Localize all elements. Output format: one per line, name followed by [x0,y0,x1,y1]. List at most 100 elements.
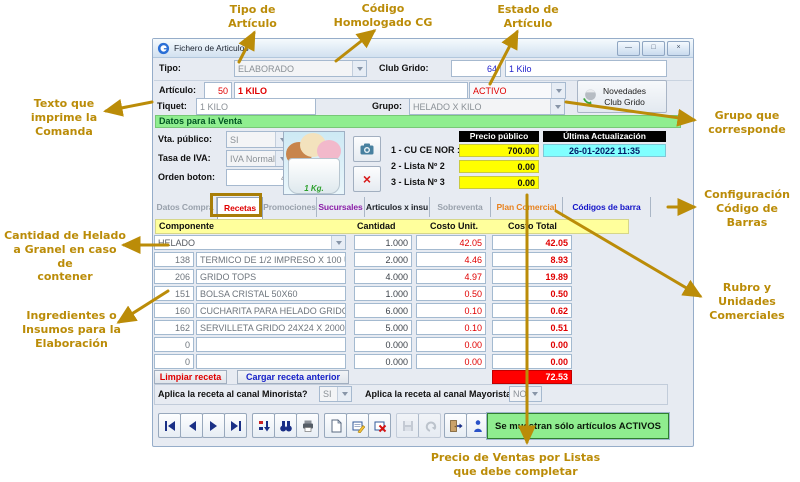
tab-codigos-de-barra[interactable]: Códigos de barra [563,197,651,217]
component-name-cell[interactable]: CUCHARITA PARA HELADO GRIDO [196,303,346,318]
chevron-down-icon [352,61,366,76]
printer-icon [301,419,315,433]
component-name-cell[interactable]: TERMICO DE 1/2 IMPRESO X 100 UNID. [196,252,346,267]
chevron-down-icon [331,236,345,249]
club-grido-code-field[interactable]: 64 [451,60,501,77]
search-button[interactable] [274,413,297,438]
total-cost-cell: 0.00 [492,337,572,352]
mayorista-select[interactable]: NO [509,386,542,402]
orden-boton-field[interactable]: 4 [226,169,290,186]
first-record-button[interactable] [158,413,181,438]
next-record-button[interactable] [202,413,225,438]
price-row-2-value[interactable]: 0.00 [459,160,539,173]
minorista-select[interactable]: SI [319,386,352,402]
qty-cell[interactable]: 2.000 [354,252,412,267]
cargar-receta-anterior-button[interactable]: Cargar receta anterior [237,370,349,384]
sort-button[interactable] [252,413,275,438]
last-record-button[interactable] [224,413,247,438]
tab-articulos-x-insu[interactable]: Articulos x insu [365,197,430,217]
chevron-down-icon [551,83,565,98]
delete-image-button[interactable]: × [353,166,381,192]
price-row-1-value[interactable]: 700.00 [459,144,539,157]
capture-image-button[interactable] [353,136,381,162]
grupo-select[interactable]: HELADO X KILO [409,98,565,115]
code-cell[interactable]: 206 [154,269,194,284]
qty-cell[interactable]: 4.000 [354,269,412,284]
code-cell[interactable]: 162 [154,320,194,335]
minorista-value: SI [323,389,332,399]
component-name-cell[interactable]: BOLSA CRISTAL 50X60 [196,286,346,301]
component-name-cell[interactable]: SERVILLETA GRIDO 24X24 X 2000 UNID [196,320,346,335]
undo-button[interactable] [418,413,441,438]
user-button[interactable] [466,413,489,438]
club-grido-name-field[interactable]: 1 Kilo [505,60,667,77]
edit-record-button[interactable] [346,413,369,438]
unit-cost-cell[interactable]: 0.10 [416,303,486,318]
product-image: 1 Kg. [283,131,345,195]
component-name-cell[interactable] [196,354,346,369]
unit-cost-cell[interactable]: 0.00 [416,337,486,352]
maximize-button[interactable]: □ [642,41,665,56]
window-title: Fichero de Articulos [174,43,249,53]
price-row-1-updated: 26-01-2022 11:35 [543,144,666,157]
exit-button[interactable] [444,413,467,438]
component-name-cell[interactable] [196,337,346,352]
qty-cell[interactable]: 5.000 [354,320,412,335]
vta-publico-select[interactable]: SI [226,131,290,148]
tipo-select[interactable]: ELABORADO [234,60,367,77]
qty-cell[interactable]: 0.000 [354,354,412,369]
articulo-name-field[interactable]: 1 KILO [234,82,468,99]
tab-sucursales[interactable]: Sucursales [317,197,365,217]
total-cost-cell: 0.50 [492,286,572,301]
unit-cost-cell[interactable]: 0.50 [416,286,486,301]
code-cell[interactable]: 151 [154,286,194,301]
limpiar-receta-button[interactable]: Limpiar receta [154,370,227,384]
delete-record-icon [373,419,387,433]
tiquet-label: Tiquet: [157,98,187,115]
code-cell[interactable]: 0 [154,337,194,352]
minimize-button[interactable]: — [617,41,640,56]
annotation-highlight-recetas-tab [210,193,262,217]
code-cell[interactable]: 160 [154,303,194,318]
camera-icon [359,141,375,157]
unit-cost-cell[interactable]: 0.00 [416,354,486,369]
new-record-button[interactable] [324,413,347,438]
print-button[interactable] [296,413,319,438]
code-cell[interactable]: 138 [154,252,194,267]
app-logo-icon [157,42,170,55]
close-button[interactable]: × [667,41,690,56]
unit-cost-cell[interactable]: 4.46 [416,252,486,267]
qty-cell[interactable]: 1.000 [354,235,412,250]
previous-record-icon [185,419,199,433]
status-banner: Se muestran sólo artículos ACTIVOS [487,413,669,439]
articulo-label: Artículo: [159,82,196,99]
precio-publico-header: Precio público [459,131,539,142]
unit-cost-cell[interactable]: 42.05 [416,235,486,250]
qty-cell[interactable]: 0.000 [354,337,412,352]
tab-plan-comercial[interactable]: Plan Comercial [491,197,563,217]
annotation-rubro-unidades: Rubro y Unidades Comerciales [703,281,791,322]
tab-sobreventa[interactable]: Sobreventa [430,197,491,217]
mayorista-label: Aplica la receta al canal Mayorista? [365,386,517,403]
tab-datos-compra[interactable]: Datos Compra [154,197,217,217]
novedades-club-grido-button[interactable]: Novedades Club Grido [577,80,667,113]
component-name-cell[interactable]: GRIDO TOPS [196,269,346,284]
qty-cell[interactable]: 1.000 [354,286,412,301]
tipo-label: Tipo: [159,60,181,77]
unit-cost-cell[interactable]: 0.10 [416,320,486,335]
price-row-3-value[interactable]: 0.00 [459,176,539,189]
estado-select[interactable]: ACTIVO [469,82,566,99]
unit-cost-cell[interactable]: 4.97 [416,269,486,284]
articulo-code-field[interactable]: 50 [204,82,232,99]
save-record-button[interactable] [396,413,419,438]
previous-record-button[interactable] [180,413,203,438]
tiquet-field[interactable]: 1 KILO [196,98,316,115]
user-icon [471,419,485,433]
price-row-1-label: 1 - CU CE NOR : [391,144,460,157]
delete-record-button[interactable] [368,413,391,438]
tasa-iva-select[interactable]: IVA Normal [226,150,290,167]
code-cell[interactable]: 0 [154,354,194,369]
qty-cell[interactable]: 6.000 [354,303,412,318]
tab-promociones[interactable]: Promociones [263,197,317,217]
component-select[interactable]: HELADO [154,235,346,250]
